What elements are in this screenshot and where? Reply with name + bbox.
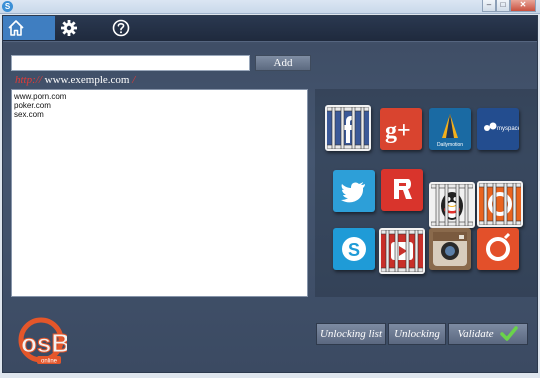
svg-text:g+: g+ <box>385 118 411 144</box>
twitter-tile[interactable] <box>333 170 375 212</box>
nav-bar <box>3 16 537 42</box>
nav-settings-button[interactable] <box>57 16 81 40</box>
svg-text:Dailymotion: Dailymotion <box>437 142 463 148</box>
instagram-tile[interactable] <box>429 228 471 270</box>
google-plus-tile[interactable]: g+ <box>380 108 422 150</box>
svg-text:myspace: myspace <box>497 126 519 132</box>
url-input[interactable] <box>11 55 250 71</box>
origin-tile[interactable] <box>477 181 523 227</box>
title-bar: S – □ ✕ <box>0 0 540 14</box>
main-panel: Add http:// www.exemple.com / www.porn.c… <box>2 15 538 373</box>
myspace-tile[interactable]: myspace <box>477 108 519 150</box>
svg-text:S: S <box>348 240 360 260</box>
list-item[interactable]: sex.com <box>14 110 305 119</box>
jail-bars-icon <box>431 184 473 226</box>
validate-label: Validate <box>457 328 494 340</box>
hint-protocol: http:// <box>15 74 42 86</box>
list-item[interactable]: poker.com <box>14 101 305 110</box>
list-item[interactable]: www.porn.com <box>14 92 305 101</box>
youtube-tile[interactable] <box>379 228 425 274</box>
maximize-button[interactable]: □ <box>496 0 510 12</box>
check-icon <box>500 326 519 342</box>
origin-icon <box>486 232 511 261</box>
skype-icon: S <box>342 237 366 261</box>
unlocking-list-button[interactable]: Unlocking list <box>316 323 386 345</box>
qq-tile[interactable] <box>429 182 475 228</box>
origin-alt-tile[interactable] <box>477 228 519 270</box>
svg-text:online: online <box>41 359 58 365</box>
jail-bars-icon <box>327 107 369 149</box>
skype-tile[interactable]: S <box>333 228 375 270</box>
hint-slash: / <box>132 74 136 86</box>
add-button[interactable]: Add <box>255 55 311 71</box>
url-format-hint: http:// www.exemple.com / <box>15 74 135 86</box>
hint-example: www.exemple.com <box>41 74 133 86</box>
jail-bars-icon <box>381 230 423 272</box>
close-button[interactable]: ✕ <box>510 0 536 12</box>
home-icon <box>8 20 24 36</box>
validate-button[interactable]: Validate <box>448 323 528 345</box>
twitter-bird-icon <box>341 182 365 203</box>
google-plus-icon: g+ <box>385 118 411 144</box>
nav-help-button[interactable] <box>109 16 133 40</box>
window-controls: – □ ✕ <box>482 0 536 12</box>
svg-text:osB: osB <box>21 328 67 358</box>
dailymotion-icon: Dailymotion <box>437 114 463 148</box>
app-icon: S <box>2 1 13 12</box>
nav-home-button[interactable] <box>3 16 55 40</box>
blocked-sites-list[interactable]: www.porn.com poker.com sex.com <box>11 89 308 297</box>
question-icon <box>112 19 130 37</box>
unlocking-button[interactable]: Unlocking <box>388 323 446 345</box>
facebook-tile[interactable] <box>325 105 371 151</box>
roblox-icon <box>394 179 412 199</box>
myspace-icon: myspace <box>484 122 519 132</box>
dailymotion-tile[interactable]: Dailymotion <box>429 108 471 150</box>
app-logo: osB online <box>11 314 71 366</box>
instagram-camera-icon <box>433 232 467 266</box>
gear-icon <box>61 20 77 36</box>
minimize-button[interactable]: – <box>482 0 496 12</box>
roblox-tile[interactable] <box>381 169 423 211</box>
jail-bars-icon <box>479 183 521 225</box>
